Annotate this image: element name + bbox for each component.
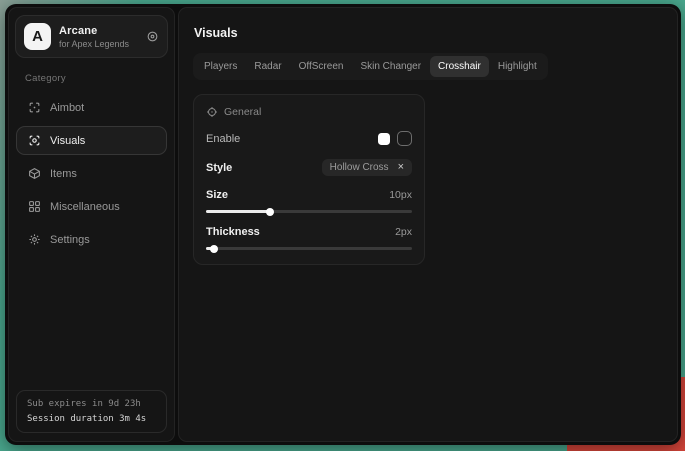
sidebar-spacer	[15, 256, 168, 388]
app-subtitle: for Apex Legends	[59, 39, 138, 49]
gear-icon	[27, 233, 41, 246]
tab-skin-changer[interactable]: Skin Changer	[352, 56, 429, 77]
enable-controls	[378, 131, 412, 146]
sidebar-item-label: Items	[50, 168, 77, 180]
general-settings-card: General Enable Style Hollow Cross ×	[193, 94, 425, 265]
session-duration-text: Session duration 3m 4s	[27, 414, 156, 424]
enable-row: Enable	[206, 131, 412, 146]
package-icon	[27, 167, 41, 180]
size-slider-fill	[206, 210, 270, 213]
thickness-slider-fill	[206, 247, 214, 250]
tab-highlight[interactable]: Highlight	[490, 56, 545, 77]
crosshair-target-icon	[206, 106, 218, 118]
style-row: Style Hollow Cross ×	[206, 159, 412, 176]
close-icon[interactable]: ×	[398, 162, 404, 173]
app-title: Arcane	[59, 25, 138, 37]
target-badge-icon[interactable]	[146, 30, 159, 43]
tab-crosshair[interactable]: Crosshair	[430, 56, 489, 77]
tab-offscreen[interactable]: OffScreen	[291, 56, 352, 77]
tab-radar[interactable]: Radar	[246, 56, 289, 77]
thickness-value: 2px	[395, 226, 412, 238]
style-selected-value: Hollow Cross	[330, 162, 389, 173]
scan-eye-icon	[27, 134, 41, 147]
size-value: 10px	[389, 189, 412, 201]
size-row: Size 10px	[206, 189, 412, 201]
sidebar-item-label: Aimbot	[50, 102, 84, 114]
sidebar: A Arcane for Apex Legends Category	[8, 7, 175, 442]
style-dropdown[interactable]: Hollow Cross ×	[322, 159, 412, 176]
app-titles: Arcane for Apex Legends	[59, 25, 138, 49]
sub-expires-text: Sub expires in 9d 23h	[27, 399, 156, 409]
crosshair-icon	[27, 101, 41, 114]
thickness-slider[interactable]	[206, 247, 412, 250]
grid-icon	[27, 200, 41, 213]
app-logo: A	[24, 23, 51, 50]
thickness-row: Thickness 2px	[206, 226, 412, 238]
main-content: Visuals Players Radar OffScreen Skin Cha…	[178, 7, 678, 442]
size-slider[interactable]	[206, 210, 412, 213]
style-label: Style	[206, 162, 232, 174]
thickness-label: Thickness	[206, 226, 260, 238]
sidebar-item-items[interactable]: Items	[16, 159, 167, 188]
page-title: Visuals	[194, 26, 663, 40]
sidebar-item-aimbot[interactable]: Aimbot	[16, 93, 167, 122]
cheat-menu-window: A Arcane for Apex Legends Category	[5, 4, 681, 445]
sidebar-item-label: Miscellaneous	[50, 201, 120, 213]
section-title: General	[224, 106, 261, 118]
sidebar-item-settings[interactable]: Settings	[16, 225, 167, 254]
sidebar-item-label: Settings	[50, 234, 90, 246]
enable-checkbox[interactable]	[397, 131, 412, 146]
color-swatch[interactable]	[378, 133, 390, 145]
section-header: General	[206, 106, 412, 118]
size-label: Size	[206, 189, 228, 201]
sidebar-item-label: Visuals	[50, 135, 85, 147]
category-label: Category	[25, 73, 158, 84]
screen: A Arcane for Apex Legends Category	[0, 0, 685, 451]
thickness-slider-thumb[interactable]	[210, 245, 218, 253]
tab-players[interactable]: Players	[196, 56, 245, 77]
size-slider-thumb[interactable]	[266, 208, 274, 216]
enable-label: Enable	[206, 133, 240, 145]
app-header-card: A Arcane for Apex Legends	[15, 15, 168, 58]
visuals-tabbar: Players Radar OffScreen Skin Changer Cro…	[193, 53, 548, 80]
subscription-status-card: Sub expires in 9d 23h Session duration 3…	[16, 390, 167, 433]
sidebar-item-visuals[interactable]: Visuals	[16, 126, 167, 155]
sidebar-item-miscellaneous[interactable]: Miscellaneous	[16, 192, 167, 221]
